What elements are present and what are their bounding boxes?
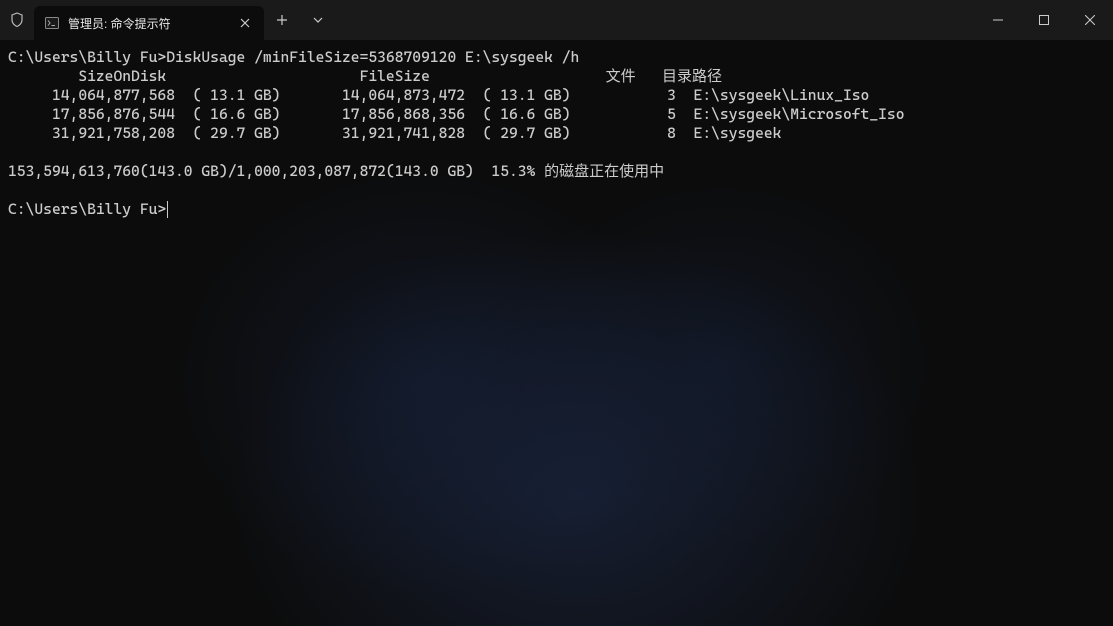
- plus-icon: [276, 14, 288, 26]
- maximize-icon: [1039, 15, 1049, 25]
- close-icon: [1085, 15, 1095, 25]
- tab-close-button[interactable]: [236, 14, 254, 32]
- tab-dropdown-button[interactable]: [300, 0, 336, 40]
- tab-cmd[interactable]: 管理员: 命令提示符: [34, 6, 264, 40]
- cmd-icon: [44, 15, 60, 31]
- chevron-down-icon: [313, 17, 323, 23]
- data-row: 14,064,877,568 ( 13.1 GB) 14,064,873,472…: [8, 86, 869, 104]
- minimize-button[interactable]: [975, 0, 1021, 40]
- cursor: [167, 201, 168, 218]
- prompt: C:\Users\Billy Fu>: [8, 48, 166, 66]
- terminal-output[interactable]: C:\Users\Billy Fu>DiskUsage /minFileSize…: [0, 40, 1113, 227]
- titlebar: 管理员: 命令提示符: [0, 0, 1113, 40]
- summary-line: 153,594,613,760(143.0 GB)/1,000,203,087,…: [8, 162, 664, 180]
- minimize-icon: [993, 15, 1003, 25]
- window-close-button[interactable]: [1067, 0, 1113, 40]
- data-row: 31,921,758,208 ( 29.7 GB) 31,921,741,828…: [8, 124, 781, 142]
- maximize-button[interactable]: [1021, 0, 1067, 40]
- tab-title: 管理员: 命令提示符: [68, 15, 228, 32]
- close-icon: [240, 18, 250, 28]
- new-tab-button[interactable]: [264, 0, 300, 40]
- window-controls: [975, 0, 1113, 40]
- prompt: C:\Users\Billy Fu>: [8, 200, 166, 218]
- command-text: DiskUsage /minFileSize=5368709120 E:\sys…: [166, 48, 579, 66]
- admin-shield-icon: [0, 12, 34, 28]
- data-row: 17,856,876,544 ( 16.6 GB) 17,856,868,356…: [8, 105, 904, 123]
- header-row: SizeOnDisk FileSize 文件 目录路径: [8, 67, 722, 85]
